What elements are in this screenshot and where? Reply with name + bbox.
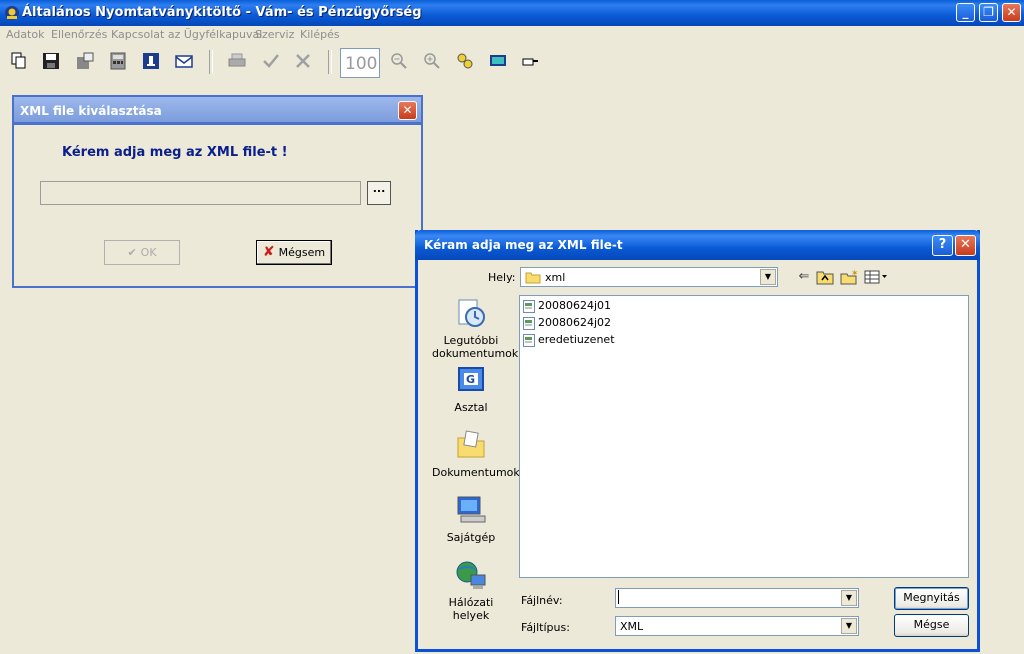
cancel-label: Mégsem (278, 246, 326, 259)
xml-path-field[interactable] (40, 181, 361, 205)
svg-text:G: G (466, 373, 475, 386)
place-network[interactable]: Hálózati helyek (432, 559, 510, 622)
close-app-button[interactable]: ✕ (1002, 3, 1021, 22)
file-name: eredetiuzenet (538, 333, 615, 346)
menu-kapcsolat[interactable]: Kapcsolat az Ügyfélkapuval (111, 28, 262, 41)
xml-select-prompt: Kérem adja meg az XML file-t ! (62, 145, 288, 160)
zoom-in-icon[interactable] (423, 52, 441, 70)
desktop-icon: G (458, 367, 484, 391)
chevron-down-icon[interactable]: ▼ (841, 618, 857, 634)
file-item[interactable]: eredetiuzenet (523, 333, 615, 349)
text-cursor (618, 590, 619, 604)
ok-label: OK (140, 246, 157, 259)
menu-bar: Adatok Ellenőrzés Kapcsolat az Ügyfélkap… (0, 26, 1024, 44)
chevron-down-icon[interactable]: ▼ (760, 269, 776, 285)
cancel-button[interactable]: ✘ Mégsem (256, 240, 332, 265)
open-file-close-button[interactable]: ✕ (955, 235, 976, 256)
delete-icon[interactable] (294, 52, 312, 70)
place-label: Hálózati helyek (448, 596, 494, 622)
screen-icon[interactable] (489, 52, 507, 70)
place-desktop[interactable]: G Asztal (432, 364, 510, 414)
menu-szerviz[interactable]: Szerviz (255, 28, 294, 41)
place-recent-documents[interactable]: Legutóbbi dokumentumok (432, 297, 519, 360)
open-file-dialog-title: Kéram adja meg az XML file-t (424, 238, 623, 252)
xml-select-close-button[interactable]: ✕ (398, 101, 417, 120)
menu-adatok[interactable]: Adatok (6, 28, 44, 41)
xml-file-icon (523, 333, 535, 347)
place-documents[interactable]: Dokumentumok (432, 429, 520, 479)
look-in-value: xml (545, 271, 566, 284)
toolbar (0, 44, 1024, 80)
print-icon[interactable] (228, 52, 246, 70)
my-computer-icon (457, 496, 486, 523)
ok-button[interactable]: ✔ OK (104, 240, 180, 265)
calculator-icon[interactable] (109, 52, 127, 70)
restore-button[interactable]: ❐ (979, 3, 998, 22)
toolbar-separator (209, 50, 213, 74)
xml-select-dialog: XML file kiválasztása ✕ Kérem adja meg a… (12, 95, 423, 288)
app-title-bar: Általános Nyomtatványkitöltő - Vám- és P… (0, 0, 1024, 26)
chevron-down-icon[interactable]: ▼ (841, 590, 857, 606)
xml-file-icon (523, 316, 535, 330)
mail-icon[interactable] (175, 52, 193, 70)
app-logo-icon (5, 6, 19, 20)
copy-icon[interactable] (10, 52, 28, 70)
cancel-open-button[interactable]: Mégse (894, 614, 969, 637)
save-icon[interactable] (42, 52, 60, 70)
zoom-out-icon[interactable] (390, 52, 408, 70)
cancel-x-icon: ✘ (262, 244, 275, 260)
xml-select-dialog-title-bar: XML file kiválasztása ✕ (14, 97, 421, 125)
place-label: Sajátgép (446, 531, 496, 544)
export-icon[interactable] (76, 52, 94, 70)
file-name: 20080624j01 (538, 299, 612, 312)
place-label: Asztal (454, 401, 488, 414)
filename-label: Fájlnév: (521, 594, 563, 607)
pointer-icon[interactable] (521, 52, 539, 70)
filename-input[interactable]: ▼ (615, 588, 859, 608)
check-icon[interactable] (262, 52, 280, 70)
xml-file-icon (523, 299, 535, 313)
help-button[interactable]: ? (932, 235, 953, 256)
file-list[interactable]: 20080624j01 20080624j02 eredetiuzenet (519, 295, 969, 578)
browse-button[interactable]: ... (367, 181, 391, 205)
folder-icon (525, 272, 541, 284)
search-icon[interactable] (456, 52, 474, 70)
menu-ellenorzes[interactable]: Ellenőrzés (51, 28, 107, 41)
file-name: 20080624j02 (538, 316, 612, 329)
place-my-computer[interactable]: Sajátgép (432, 494, 510, 544)
app-title: Általános Nyomtatványkitöltő - Vám- és P… (22, 5, 422, 20)
up-folder-icon[interactable] (816, 269, 834, 285)
network-places-icon (456, 561, 486, 589)
minimize-button[interactable]: _ (956, 3, 975, 22)
filetype-value: XML (620, 620, 644, 633)
file-item[interactable]: 20080624j02 (523, 316, 611, 332)
back-arrow-icon[interactable]: ⇐ (795, 270, 813, 286)
check-icon: ✔ (127, 246, 137, 259)
place-label: Dokumentumok (432, 466, 520, 479)
place-label: Legutóbbi dokumentumok (432, 334, 519, 360)
info-icon[interactable] (142, 52, 160, 70)
file-item[interactable]: 20080624j01 (523, 299, 611, 315)
xml-select-dialog-title: XML file kiválasztása (20, 104, 162, 118)
filetype-dropdown[interactable]: XML ▼ (615, 616, 859, 636)
view-menu-icon[interactable] (864, 270, 888, 284)
look-in-dropdown[interactable]: xml ▼ (520, 267, 778, 287)
svg-text:✶: ✶ (851, 269, 858, 279)
open-file-dialog-title-bar: Kéram adja meg az XML file-t ? ✕ (415, 230, 980, 260)
new-folder-icon[interactable]: ✶ (840, 269, 858, 285)
menu-kilepes[interactable]: Kilépés (300, 28, 340, 41)
toolbar-separator (328, 50, 332, 74)
recent-documents-icon (458, 299, 485, 327)
filetype-label: Fájltípus: (521, 621, 570, 634)
look-in-label: Hely: (488, 271, 516, 284)
zoom-level-field[interactable]: 100 (340, 48, 380, 78)
documents-icon (457, 430, 485, 458)
open-button[interactable]: Megnyitás (894, 587, 969, 610)
